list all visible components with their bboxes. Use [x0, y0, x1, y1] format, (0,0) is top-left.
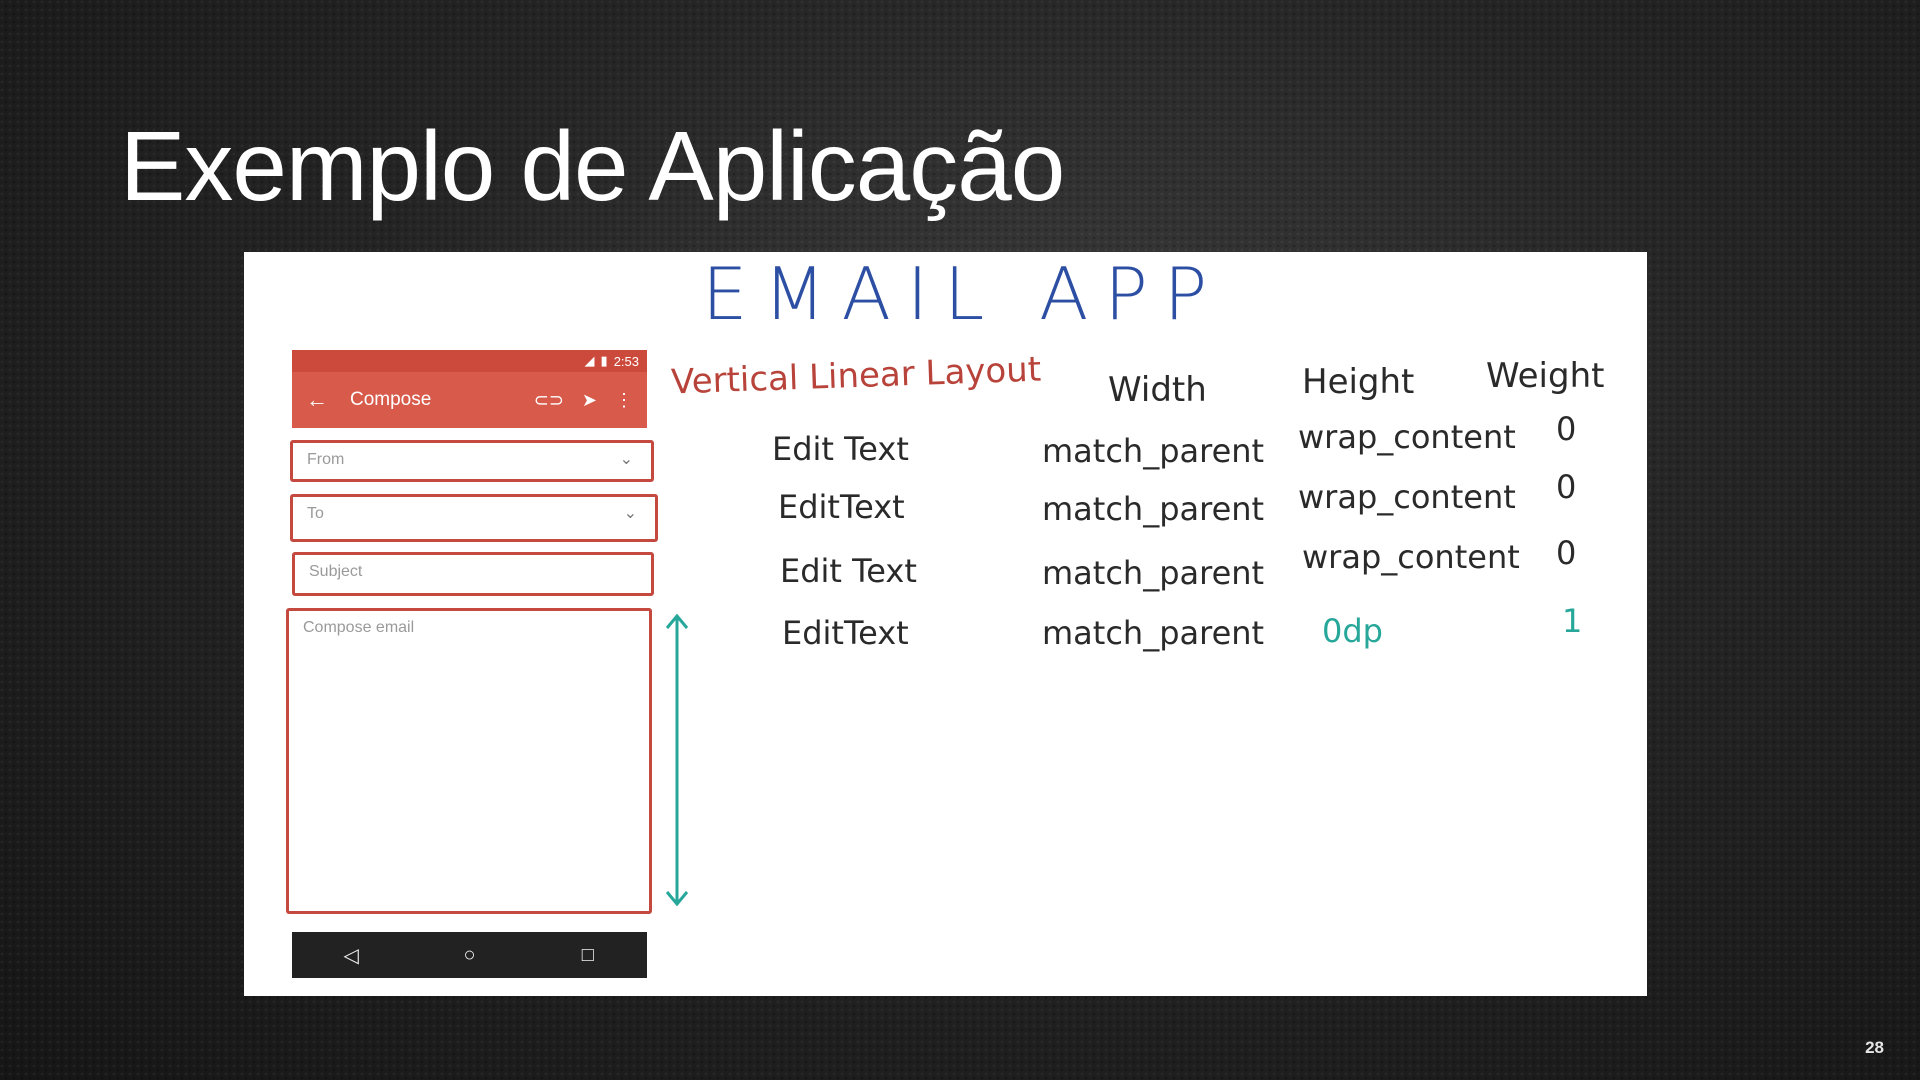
subject-placeholder: Subject: [309, 563, 363, 580]
row-2-view: EditText: [778, 488, 905, 526]
to-placeholder: To: [307, 505, 324, 522]
row-1-weight: 0: [1556, 410, 1577, 448]
nav-home-icon[interactable]: ○: [439, 944, 499, 967]
from-placeholder: From: [307, 451, 345, 468]
signal-icon: ◢: [584, 353, 595, 368]
more-vert-icon[interactable]: ⋮: [615, 390, 633, 411]
height-arrow-icon: [665, 613, 689, 907]
app-bar: ← Compose ⊂⊃ ➤ ⋮: [292, 372, 647, 428]
row-1-width: match_parent: [1042, 432, 1265, 470]
row-3-width: match_parent: [1042, 554, 1265, 592]
row-3-view: Edit Text: [780, 552, 917, 590]
row-1-view: Edit Text: [772, 430, 909, 468]
phone-mockup: ◢ ▮ 2:53 ← Compose ⊂⊃ ➤ ⋮: [292, 350, 647, 428]
attach-icon[interactable]: ⊂⊃: [534, 390, 564, 411]
row-3-height: wrap_content: [1302, 538, 1520, 576]
board-title: EMAIL APP: [702, 252, 1224, 336]
page-number: 28: [1865, 1038, 1884, 1057]
row-2-height: wrap_content: [1298, 478, 1516, 516]
layout-label: Vertical Linear Layout: [670, 349, 1042, 403]
row-2-weight: 0: [1556, 468, 1577, 506]
compose-email-placeholder: Compose email: [303, 619, 415, 636]
slide-title: Exemplo de Aplicação: [120, 111, 1065, 221]
subject-field[interactable]: Subject: [292, 552, 654, 596]
battery-icon: ▮: [600, 353, 608, 368]
send-icon[interactable]: ➤: [582, 390, 597, 411]
column-header-weight: Weight: [1486, 356, 1605, 396]
row-4-weight: 1: [1562, 602, 1583, 640]
whiteboard-image: EMAIL APP Vertical Linear Layout Width H…: [244, 252, 1647, 996]
row-4-width: match_parent: [1042, 614, 1265, 652]
row-1-height: wrap_content: [1298, 418, 1516, 456]
to-field[interactable]: To ⌄: [290, 494, 658, 542]
nav-back-icon[interactable]: ◁: [321, 943, 381, 968]
column-header-height: Height: [1302, 362, 1415, 402]
navigation-bar: ◁ ○ □: [292, 932, 647, 978]
toolbar-title: Compose: [350, 389, 432, 410]
from-field[interactable]: From ⌄: [290, 440, 654, 482]
row-4-height: 0dp: [1322, 612, 1383, 650]
chevron-down-icon[interactable]: ⌄: [624, 503, 637, 523]
chevron-down-icon[interactable]: ⌄: [620, 449, 633, 469]
row-4-view: EditText: [782, 614, 909, 652]
column-header-width: Width: [1108, 370, 1207, 410]
back-arrow-icon[interactable]: ←: [306, 387, 328, 413]
status-time: 2:53: [613, 353, 639, 369]
compose-email-field[interactable]: Compose email: [286, 608, 652, 914]
nav-recents-icon[interactable]: □: [558, 944, 618, 967]
row-2-width: match_parent: [1042, 490, 1265, 528]
row-3-weight: 0: [1556, 534, 1577, 572]
status-bar: ◢ ▮ 2:53: [292, 350, 647, 372]
